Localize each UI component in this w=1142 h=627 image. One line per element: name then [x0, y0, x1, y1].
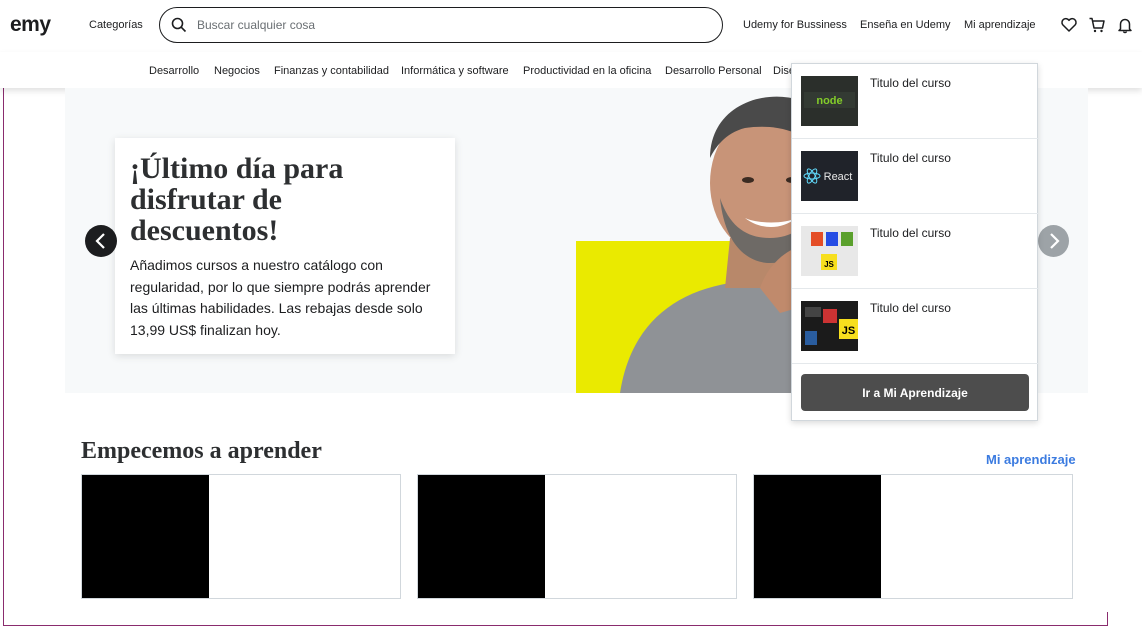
node-course-thumbnail: node — [801, 76, 858, 126]
dropdown-course-item[interactable]: JS Titulo del curso — [792, 289, 1039, 364]
course-card[interactable] — [753, 474, 1073, 599]
carousel-next-button[interactable] — [1038, 225, 1069, 257]
my-learning-section-link[interactable]: Mi aprendizaje — [986, 452, 1076, 467]
teach-link[interactable]: Enseña en Udemy — [860, 19, 951, 31]
carousel-prev-button[interactable] — [85, 225, 117, 257]
my-learning-dropdown: node Titulo del curso React Titulo del c… — [791, 63, 1039, 421]
frame-line — [1107, 612, 1108, 626]
go-to-my-learning-button[interactable]: Ir a Mi Aprendizaje — [801, 374, 1029, 411]
heart-icon[interactable] — [1060, 16, 1078, 34]
course-card-image — [418, 475, 545, 598]
course-card[interactable] — [81, 474, 401, 599]
chevron-left-icon — [95, 233, 105, 249]
search-input[interactable] — [195, 17, 699, 33]
svg-text:React: React — [824, 171, 853, 183]
js-course-thumbnail: JS — [801, 301, 858, 351]
dropdown-course-item[interactable]: JS Titulo del curso — [792, 214, 1039, 289]
bell-icon[interactable] — [1116, 16, 1134, 34]
dropdown-course-item[interactable]: node Titulo del curso — [792, 64, 1039, 139]
nav-item[interactable]: Productividad en la oficina — [523, 65, 651, 77]
html-css-js-course-thumbnail: JS — [801, 226, 858, 276]
dropdown-course-item[interactable]: React Titulo del curso — [792, 139, 1039, 214]
my-learning-link[interactable]: Mi aprendizaje — [964, 19, 1036, 31]
course-title: Titulo del curso — [870, 226, 951, 240]
section-title: Empecemos a aprender — [81, 438, 322, 464]
search-icon — [171, 17, 187, 33]
svg-text:node: node — [816, 95, 842, 107]
nav-item[interactable]: Desarrollo — [149, 65, 199, 77]
hero-card: ¡Último día para disfrutar de descuentos… — [115, 138, 455, 354]
frame-line — [3, 625, 1108, 626]
course-card[interactable] — [417, 474, 737, 599]
hero-title: ¡Último día para disfrutar de descuentos… — [130, 152, 344, 247]
categories-link[interactable]: Categorías — [89, 19, 143, 31]
svg-text:JS: JS — [842, 325, 855, 337]
nav-item[interactable]: Informática y software — [401, 65, 509, 77]
hero-text: Añadimos cursos a nuestro catálogo con r… — [130, 257, 431, 338]
nav-item[interactable]: Finanzas y contabilidad — [274, 65, 389, 77]
frame-line — [3, 27, 4, 626]
course-card-image — [754, 475, 881, 598]
top-header: emy Categorías Udemy for Bussiness Enseñ… — [0, 0, 1142, 52]
course-title: Titulo del curso — [870, 151, 951, 165]
udemy-business-link[interactable]: Udemy for Bussiness — [743, 19, 847, 31]
nav-item[interactable]: Negocios — [214, 65, 260, 77]
svg-text:JS: JS — [824, 260, 834, 269]
course-card-image — [82, 475, 209, 598]
chevron-right-icon — [1050, 233, 1060, 249]
search-bar[interactable] — [159, 7, 723, 43]
course-title: Titulo del curso — [870, 76, 951, 90]
nav-item[interactable]: Desarrollo Personal — [665, 65, 762, 77]
react-course-thumbnail: React — [801, 151, 858, 201]
logo[interactable]: emy — [10, 13, 51, 37]
course-title: Titulo del curso — [870, 301, 951, 315]
cart-icon[interactable] — [1088, 16, 1106, 34]
